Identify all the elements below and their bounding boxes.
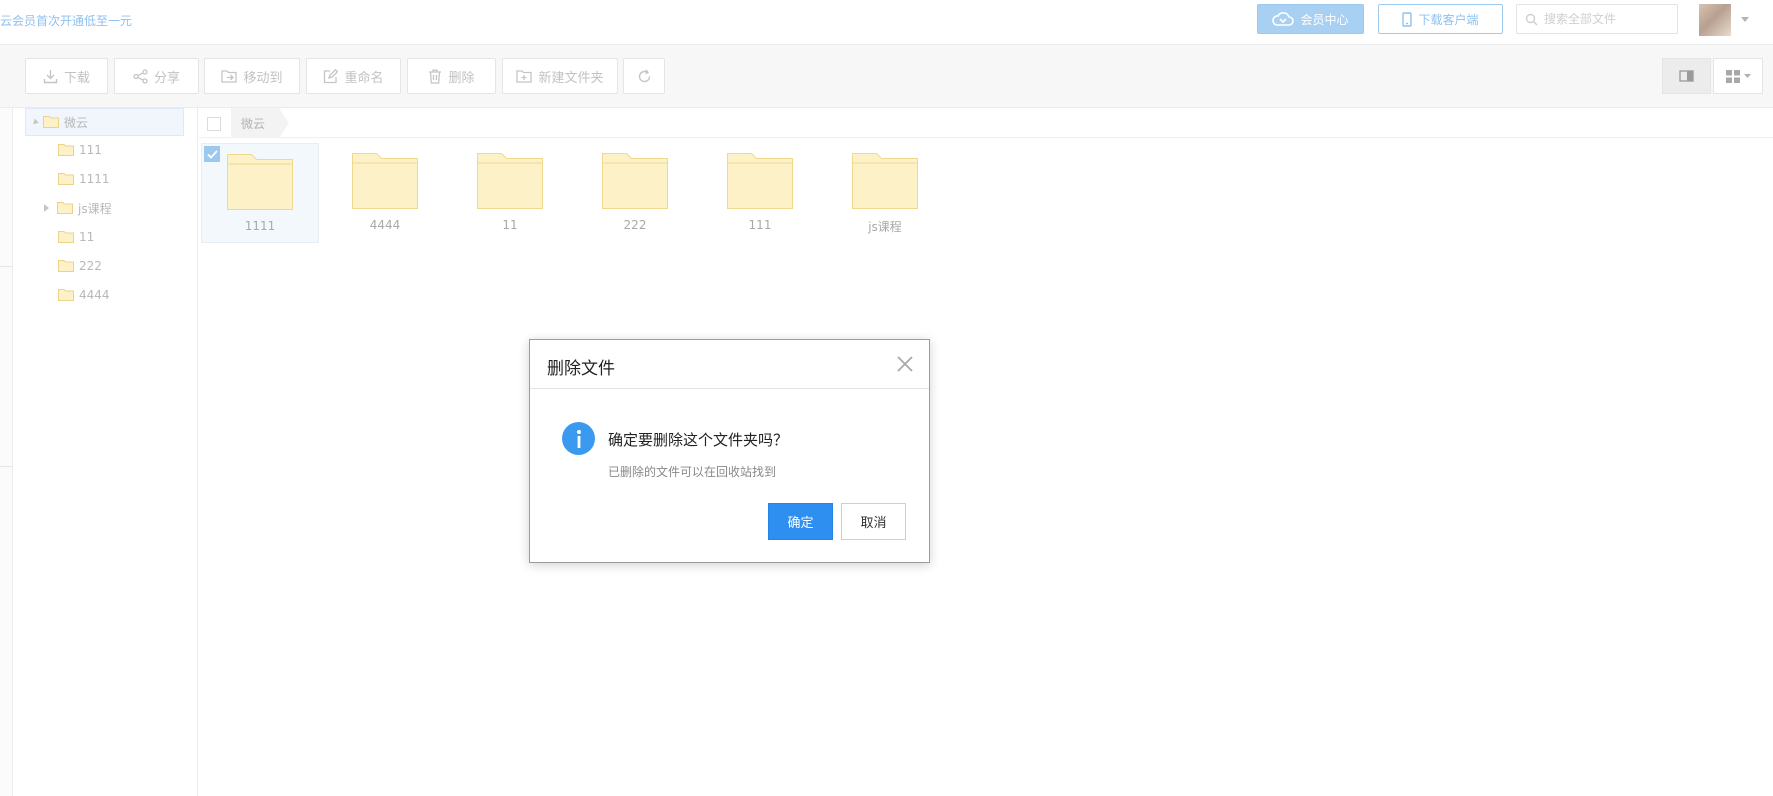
folder-tile-111[interactable]: 111 bbox=[701, 143, 819, 243]
tree-item-label: js课程 bbox=[78, 201, 112, 216]
folder-name: 222 bbox=[623, 218, 647, 232]
breadcrumb: 微云 bbox=[199, 108, 1773, 138]
info-icon bbox=[562, 422, 595, 455]
delete-confirm-dialog: 删除文件 确定要删除这个文件夹吗？ 已删除的文件可以在回收站找到 确定 取消 bbox=[529, 339, 930, 563]
edit-icon bbox=[324, 68, 339, 83]
close-icon[interactable] bbox=[896, 355, 914, 373]
left-nav-strip bbox=[0, 108, 13, 796]
folder-icon bbox=[58, 173, 74, 185]
weiyun-app: 云会员首次开通低至一元 会员中心 下载客户端 搜索全部文件 下载 分享 移动到 … bbox=[0, 0, 1773, 796]
file-grid-area: 微云 1111 4444 11 222 111 js课程 bbox=[199, 108, 1773, 796]
download-icon bbox=[43, 69, 58, 83]
breadcrumb-item-root[interactable]: 微云 bbox=[231, 108, 290, 138]
folder-icon bbox=[602, 153, 668, 209]
user-avatar[interactable] bbox=[1699, 4, 1731, 36]
folder-icon bbox=[43, 116, 59, 128]
tree-item-label: 111 bbox=[79, 143, 102, 157]
tree-root-label: 微云 bbox=[64, 115, 89, 130]
avatar-dropdown-icon[interactable] bbox=[1741, 17, 1749, 22]
detail-pane-toggle[interactable] bbox=[1662, 58, 1711, 94]
folder-name: 11 bbox=[502, 218, 518, 232]
tree-item-label: 11 bbox=[79, 230, 95, 244]
search-icon bbox=[1525, 13, 1538, 25]
folder-icon bbox=[852, 153, 918, 209]
view-mode-toggle[interactable] bbox=[1713, 58, 1763, 94]
folder-name: 4444 bbox=[369, 218, 401, 232]
tree-item-222[interactable]: 222 bbox=[58, 252, 102, 280]
share-button[interactable]: 分享 bbox=[114, 58, 199, 94]
expanded-arrow-icon[interactable] bbox=[31, 118, 39, 126]
folder-tile-1111[interactable]: 1111 bbox=[201, 143, 319, 243]
detail-pane-icon bbox=[1679, 70, 1694, 82]
folder-icon bbox=[58, 260, 74, 272]
dialog-sub-message: 已删除的文件可以在回收站找到 bbox=[608, 465, 777, 479]
search-input[interactable] bbox=[1544, 12, 1672, 26]
top-header: 云会员首次开通低至一元 会员中心 下载客户端 bbox=[0, 0, 1773, 45]
vip-center-button[interactable]: 会员中心 bbox=[1257, 4, 1364, 34]
confirm-button[interactable]: 确定 bbox=[768, 503, 833, 540]
cloud-vip-icon bbox=[1272, 12, 1295, 26]
download-client-button[interactable]: 下载客户端 bbox=[1378, 4, 1503, 34]
refresh-button[interactable] bbox=[623, 58, 665, 94]
folder-tile-222[interactable]: 222 bbox=[576, 143, 694, 243]
move-folder-icon bbox=[221, 70, 238, 83]
folder-name: 111 bbox=[748, 218, 772, 232]
folder-name: 1111 bbox=[244, 219, 276, 233]
folder-tree: 微云 111 1111 js课程 11 222 4444 bbox=[13, 108, 198, 796]
file-toolbar: 下载 分享 移动到 重命名 删除 新建文件夹 bbox=[0, 45, 1773, 108]
rename-label: 重命名 bbox=[344, 70, 384, 86]
cancel-button[interactable]: 取消 bbox=[841, 503, 906, 540]
new-folder-button[interactable]: 新建文件夹 bbox=[502, 58, 618, 94]
promo-link[interactable]: 云会员首次开通低至一元 bbox=[0, 12, 132, 29]
tree-root-weiyun[interactable]: 微云 bbox=[25, 108, 184, 136]
move-to-label: 移动到 bbox=[243, 70, 283, 86]
new-folder-label: 新建文件夹 bbox=[538, 70, 604, 86]
folder-tile-11[interactable]: 11 bbox=[451, 143, 569, 243]
folder-name: js课程 bbox=[868, 220, 902, 234]
delete-label: 删除 bbox=[448, 70, 475, 86]
download-client-label: 下载客户端 bbox=[1418, 12, 1479, 27]
nav-divider bbox=[0, 266, 12, 267]
dialog-title: 删除文件 bbox=[547, 359, 615, 379]
tree-item-label: 1111 bbox=[79, 172, 110, 186]
tree-item-1111[interactable]: 1111 bbox=[58, 165, 110, 193]
delete-button[interactable]: 删除 bbox=[407, 58, 496, 94]
tree-item-11[interactable]: 11 bbox=[58, 223, 94, 251]
folder-icon bbox=[58, 144, 74, 156]
tree-item-js-course[interactable]: js课程 bbox=[44, 194, 112, 222]
vip-center-label: 会员中心 bbox=[1300, 12, 1349, 27]
move-to-button[interactable]: 移动到 bbox=[204, 58, 300, 94]
select-all-checkbox[interactable] bbox=[207, 117, 221, 131]
tree-item-label: 222 bbox=[79, 259, 102, 273]
new-folder-icon bbox=[516, 70, 533, 83]
search-box[interactable] bbox=[1516, 4, 1678, 34]
refresh-icon bbox=[638, 69, 650, 82]
folder-icon bbox=[727, 153, 793, 209]
trash-icon bbox=[429, 69, 442, 84]
folder-icon bbox=[227, 154, 293, 210]
folder-tile-js-course[interactable]: js课程 bbox=[826, 143, 944, 243]
folder-icon bbox=[57, 202, 73, 214]
download-label: 下载 bbox=[63, 70, 90, 86]
share-label: 分享 bbox=[153, 70, 180, 86]
folder-tile-4444[interactable]: 4444 bbox=[326, 143, 444, 243]
chevron-down-icon bbox=[1743, 74, 1751, 78]
share-icon bbox=[133, 68, 148, 84]
nav-divider bbox=[0, 466, 12, 467]
tree-item-label: 4444 bbox=[79, 288, 110, 302]
folder-icon bbox=[58, 289, 74, 301]
folder-icon bbox=[58, 231, 74, 243]
dialog-header: 删除文件 bbox=[530, 340, 929, 389]
tree-item-4444[interactable]: 4444 bbox=[58, 281, 110, 309]
grid-view-icon bbox=[1725, 69, 1740, 83]
folder-icon bbox=[352, 153, 418, 209]
dialog-message: 确定要删除这个文件夹吗？ bbox=[608, 431, 789, 449]
phone-icon bbox=[1402, 11, 1413, 27]
checkbox-checked-icon[interactable] bbox=[204, 146, 220, 162]
tree-item-111[interactable]: 111 bbox=[58, 136, 102, 164]
collapsed-arrow-icon[interactable] bbox=[44, 204, 49, 212]
rename-button[interactable]: 重命名 bbox=[306, 58, 401, 94]
download-button[interactable]: 下载 bbox=[25, 58, 108, 94]
folder-icon bbox=[477, 153, 543, 209]
